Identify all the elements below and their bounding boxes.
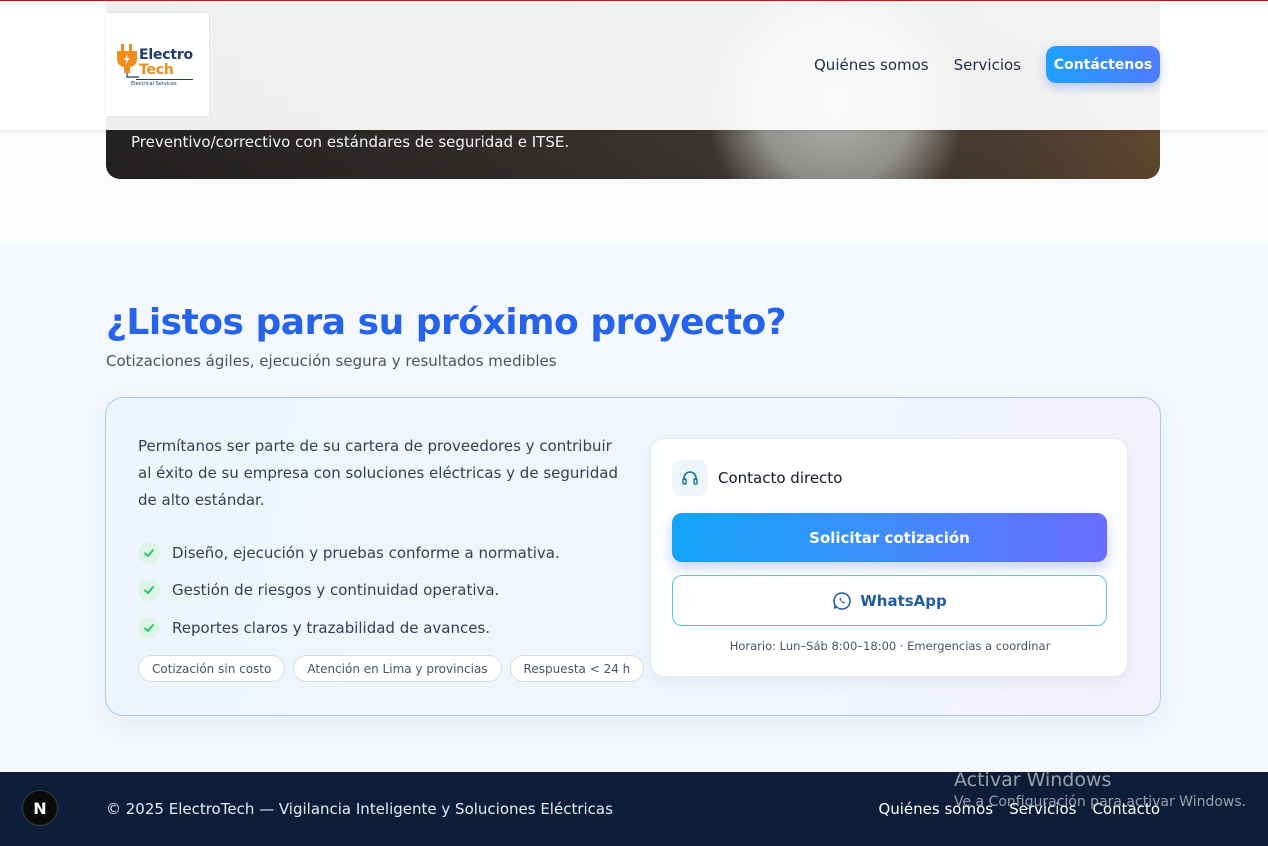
- footer-nav: Quiénes somos Servicios Contacto: [862, 800, 1160, 818]
- contact-card-title: Contacto directo: [718, 469, 843, 487]
- request-quote-button[interactable]: Solicitar cotización: [672, 513, 1107, 562]
- cta-panel: Permítanos ser parte de su cartera de pr…: [105, 397, 1161, 716]
- section-title: ¿Listos para su próximo proyecto?: [106, 302, 787, 343]
- list-item: Diseño, ejecución y pruebas conforme a n…: [138, 534, 560, 572]
- business-hours: Horario: Lun–Sáb 8:00–18:00 · Emergencia…: [729, 639, 1051, 653]
- site-footer: © 2025 ElectroTech — Vigilancia Intelige…: [0, 772, 1268, 846]
- footer-link-contacto[interactable]: Contacto: [1092, 800, 1160, 818]
- benefit-text: Reportes claros y trazabilidad de avance…: [172, 618, 491, 637]
- logo-text-electro: Electro: [139, 47, 193, 63]
- nav-link-servicios[interactable]: Servicios: [954, 56, 1021, 74]
- hero-card-description: Preventivo/correctivo con estándares de …: [131, 133, 570, 151]
- check-icon: [138, 541, 160, 564]
- nav-link-quienes-somos[interactable]: Quiénes somos: [814, 56, 929, 74]
- logo-tagline: Electrical Services: [131, 81, 177, 87]
- top-edge-line: [0, 0, 1268, 1]
- chip-atencion-lima: Atención en Lima y provincias: [293, 655, 502, 682]
- section-subtitle: Cotizaciones ágiles, ejecución segura y …: [106, 352, 557, 370]
- footer-copyright: © 2025 ElectroTech — Vigilancia Intelige…: [106, 800, 613, 818]
- main-nav: Quiénes somos Servicios Contáctenos: [814, 46, 1160, 83]
- benefit-text: Gestión de riesgos y continuidad operati…: [172, 581, 500, 600]
- panel-intro-text: Permítanos ser parte de su cartera de pr…: [138, 437, 618, 509]
- contact-card-header: Contacto directo: [672, 460, 842, 496]
- site-header: Electro Tech Electrical Services Quiénes…: [0, 0, 1268, 130]
- check-icon: [138, 616, 160, 639]
- list-item: Gestión de riesgos y continuidad operati…: [138, 572, 560, 610]
- contact-cta-button[interactable]: Contáctenos: [1046, 46, 1160, 83]
- feature-chips: Cotización sin costo Atención en Lima y …: [138, 655, 652, 682]
- headset-icon: [672, 460, 708, 496]
- nextjs-dev-badge[interactable]: N: [22, 790, 58, 826]
- footer-link-servicios[interactable]: Servicios: [1009, 800, 1076, 818]
- whatsapp-label: WhatsApp: [860, 591, 947, 610]
- electrotech-logo[interactable]: Electro Tech Electrical Services: [106, 13, 209, 116]
- logo-text-tech: Tech: [139, 62, 174, 78]
- check-icon: [138, 579, 160, 602]
- footer-link-quienes-somos[interactable]: Quiénes somos: [878, 800, 993, 818]
- list-item: Reportes claros y trazabilidad de avance…: [138, 609, 560, 647]
- benefits-list: Diseño, ejecución y pruebas conforme a n…: [138, 534, 560, 647]
- direct-contact-card: Contacto directo Solicitar cotización Wh…: [650, 438, 1128, 677]
- logo-rule: [136, 79, 193, 80]
- chip-respuesta-24h: Respuesta < 24 h: [509, 655, 645, 682]
- whatsapp-icon: [833, 591, 851, 610]
- whatsapp-button[interactable]: WhatsApp: [672, 575, 1107, 626]
- chip-cotizacion-sin-costo: Cotización sin costo: [138, 655, 286, 682]
- plug-icon: [117, 44, 139, 78]
- benefit-text: Diseño, ejecución y pruebas conforme a n…: [172, 543, 560, 562]
